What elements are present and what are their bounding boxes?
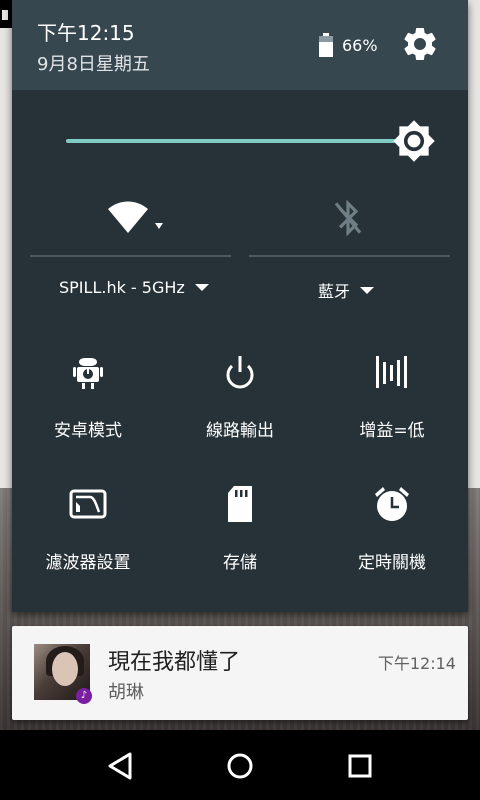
navigation-bar [0,730,480,800]
tile-label: 存儲 [223,553,257,573]
tile-label: 安卓模式 [54,421,122,441]
song-title: 現在我都懂了 [108,650,241,675]
power-icon [226,356,254,389]
alarm-icon [375,487,409,521]
brightness-slider[interactable] [66,139,396,143]
chevron-down-icon [360,286,375,294]
wifi-network-dropdown[interactable]: SPILL.hk - 5GHz [59,278,209,297]
filter-icon [69,489,107,519]
gain-bars-icon [376,356,407,388]
tile-filter-settings[interactable]: 濾波器設置 [12,484,164,604]
tile-label: 定時關機 [358,553,426,573]
wallpaper-edge-right [468,0,480,488]
recents-icon[interactable] [340,748,380,784]
back-icon[interactable] [100,748,140,784]
bluetooth-label: 藍牙 [318,282,351,301]
tile-label: 增益=低 [359,421,425,441]
tile-timer-shutdown[interactable]: 定時關機 [316,484,468,604]
brightness-icon[interactable] [392,119,436,163]
tile-storage[interactable]: 存儲 [164,484,316,604]
tile-label: 濾波器設置 [45,553,131,573]
sd-card-icon [228,486,252,522]
wifi-network-label: SPILL.hk - 5GHz [59,278,185,297]
gear-icon[interactable] [400,24,440,64]
tile-android-mode[interactable]: 安卓模式 [12,352,164,472]
android-icon [73,358,103,389]
tile-line-out[interactable]: 線路輸出 [164,352,316,472]
tile-gain[interactable]: 增益=低 [316,352,468,472]
notification-time: 下午12:14 [377,654,456,673]
home-icon[interactable] [220,748,260,784]
battery-percent: 66% [342,36,378,55]
clock-time: 下午12:15 [37,21,135,45]
wifi-divider [30,255,231,257]
music-note-icon: ♪ [76,688,92,704]
music-notification[interactable]: ♪ 現在我都懂了 胡琳 下午12:14 [12,626,468,720]
bluetooth-off-icon[interactable] [332,198,364,238]
battery-icon [319,33,333,57]
tile-label: 線路輸出 [206,421,274,441]
wallpaper-edge-left [0,0,12,488]
artist-name: 胡琳 [108,682,144,703]
bluetooth-dropdown[interactable]: 藍牙 [318,278,375,302]
wifi-icon[interactable] [106,195,170,239]
chevron-down-icon [194,284,209,291]
quick-settings-panel: 下午12:15 9月8日星期五 66% SPILL.hk - 5GHz 藍牙 安… [12,0,468,612]
bluetooth-divider [249,255,450,257]
clock-date: 9月8日星期五 [37,54,150,75]
status-header: 下午12:15 9月8日星期五 66% [12,0,468,90]
